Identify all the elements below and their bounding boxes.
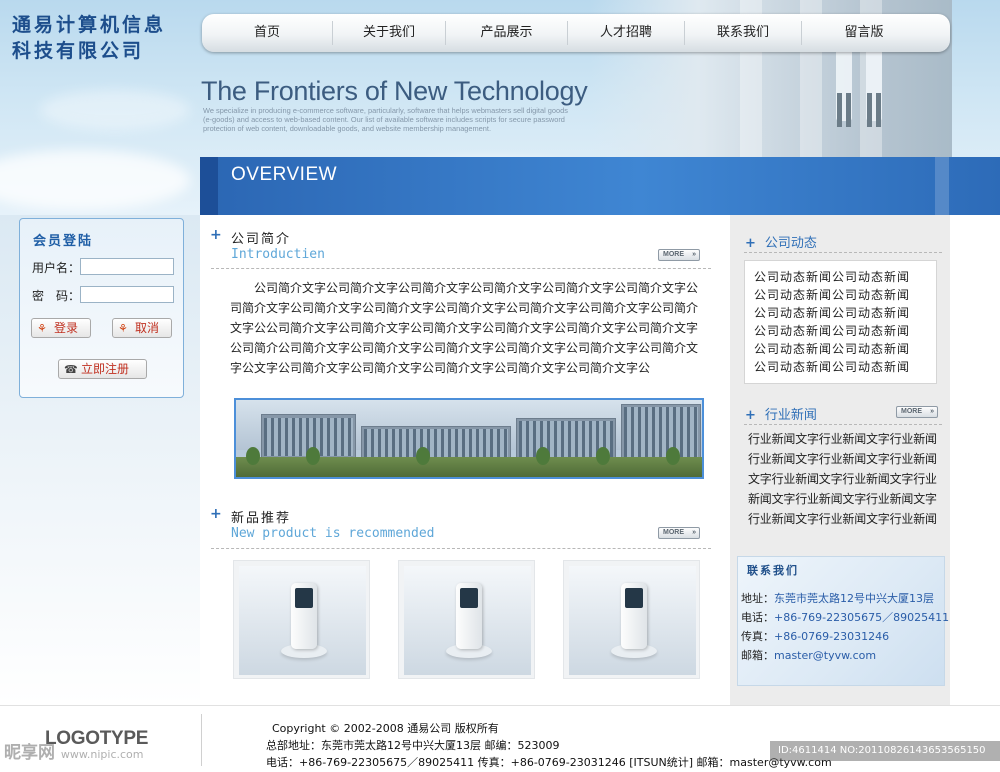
news-item[interactable]: 公司动态新闻公司动态新闻 (754, 358, 910, 376)
banner-description: We specialize in producing e-commerce so… (203, 106, 568, 134)
overview-title: OVERVIEW (231, 164, 338, 185)
contact-title: 联系我们 (747, 564, 799, 577)
news-item[interactable]: 公司动态新闻公司动态新闻 (754, 304, 910, 322)
footer-contact: 电话：+86-769-22305675／89025411 传真：+86-0769… (266, 756, 832, 769)
products-subtitle: New product is recommended (231, 526, 435, 541)
intro-subtitle: Introductien (231, 247, 325, 262)
contact-phone: 电话：+86-769-22305675／89025411 (741, 611, 950, 624)
username-label: 用户名： (32, 261, 81, 275)
industry-news-item[interactable]: 行业新闻文字行业新闻文字行业新闻 (748, 429, 937, 449)
contact-fax: 传真：+86-0769-23031246 (741, 630, 890, 643)
company-building-image (234, 398, 704, 479)
industry-news-item[interactable]: 行业新闻文字行业新闻文字行业新闻 (748, 509, 937, 529)
product-card[interactable] (398, 560, 535, 679)
watermark-id: ID:4611414 NO:20110826143653565150 (770, 741, 1000, 761)
industry-news-item[interactable]: 新闻文字行业新闻文字行业新闻文字 (748, 489, 937, 509)
password-label: 密 码： (32, 289, 81, 303)
intro-body: 公司简介文字公司简介文字公司简介文字公司简介文字公司简介文字公司简介文字公司简介… (230, 281, 699, 375)
product-card[interactable] (233, 560, 370, 679)
footer-address: 总部地址：东莞市莞太路12号中兴大厦13层 邮编：523009 (266, 739, 560, 752)
double-arrow-icon: » (692, 529, 696, 536)
double-arrow-icon: » (692, 251, 696, 258)
intro-title: 公司简介 (231, 232, 292, 247)
industry-news-title: 行业新闻 (764, 408, 817, 423)
main-content: + 公司简介 Introductien MORE» 公司简介文字公司简介文字公司… (200, 215, 730, 705)
nav-careers[interactable]: 人才招聘 (568, 21, 685, 45)
product-image (404, 566, 531, 675)
products-title: 新品推荐 (231, 511, 292, 526)
cloud-decoration (40, 90, 190, 130)
cancel-button[interactable]: ⚘ 取消 (112, 318, 172, 338)
news-item[interactable]: 公司动态新闻公司动态新闻 (754, 286, 910, 304)
divider (744, 424, 942, 425)
intro-more-button[interactable]: MORE» (658, 249, 700, 261)
nav-contact[interactable]: 联系我们 (685, 21, 802, 45)
plus-icon: + (210, 506, 222, 522)
password-input[interactable] (80, 286, 174, 303)
overview-bar: OVERVIEW (200, 157, 1000, 215)
login-button[interactable]: ⚘ 登录 (31, 318, 91, 338)
login-panel: 会员登陆 用户名： 密 码： ⚘ 登录 ⚘ 取消 ☎ 立即注册 (19, 218, 184, 398)
login-title: 会员登陆 (33, 234, 94, 249)
nav-about[interactable]: 关于我们 (333, 21, 446, 45)
product-image (569, 566, 696, 675)
company-news-title: 公司动态 (764, 236, 817, 251)
key-icon: ⚘ (37, 322, 47, 335)
news-item[interactable]: 公司动态新闻公司动态新闻 (754, 340, 910, 358)
news-item[interactable]: 公司动态新闻公司动态新闻 (754, 322, 910, 340)
industry-more-button[interactable]: MORE» (896, 406, 938, 418)
divider (744, 252, 942, 253)
company-news-list: 公司动态新闻公司动态新闻 公司动态新闻公司动态新闻 公司动态新闻公司动态新闻 公… (744, 260, 937, 384)
products-more-button[interactable]: MORE» (658, 527, 700, 539)
company-logo: 通易计算机信息科技有限公司 (12, 14, 167, 62)
plus-icon: + (210, 227, 222, 243)
product-card[interactable] (563, 560, 700, 679)
contact-panel: 联系我们 地址：东莞市莞太路12号中兴大厦13层 电话：+86-769-2230… (737, 556, 949, 686)
main-nav: 首页 关于我们 产品展示 人才招聘 联系我们 留言版 (202, 14, 950, 52)
divider (211, 548, 711, 549)
watermark: 昵享网 www.nipic.com (4, 743, 144, 763)
register-icon: ☎ (64, 363, 78, 376)
banner-tagline: The Frontiers of New Technology (201, 76, 588, 106)
company-news-heading: + 公司动态 (745, 232, 817, 251)
nav-guestbook[interactable]: 留言版 (802, 21, 926, 45)
nav-products[interactable]: 产品展示 (446, 21, 568, 45)
industry-news-item[interactable]: 行业新闻文字行业新闻文字行业新闻 (748, 449, 937, 469)
cloud-decoration (0, 150, 190, 210)
contact-address: 地址：东莞市莞太路12号中兴大厦13层 (741, 592, 934, 605)
header-banner: 通易计算机信息科技有限公司 首页 关于我们 产品展示 人才招聘 联系我们 留言版… (0, 0, 1000, 215)
industry-news-item[interactable]: 文字行业新闻文字行业新闻文字行业 (748, 469, 937, 489)
plus-icon: + (745, 236, 756, 251)
footer: LOGOTYPE Copyright © 2002-2008 通易公司 版权所有… (0, 705, 1000, 772)
footer-divider (201, 714, 202, 766)
username-input[interactable] (80, 258, 174, 275)
nav-home[interactable]: 首页 (202, 21, 333, 45)
industry-news-heading: + 行业新闻 (745, 404, 817, 423)
key-icon: ⚘ (118, 322, 128, 335)
product-image (239, 566, 366, 675)
register-button[interactable]: ☎ 立即注册 (58, 359, 147, 379)
footer-copyright: Copyright © 2002-2008 通易公司 版权所有 (272, 722, 499, 735)
news-item[interactable]: 公司动态新闻公司动态新闻 (754, 268, 910, 286)
divider (211, 268, 711, 269)
contact-email: 邮箱：master@tyvw.com (741, 649, 877, 662)
double-arrow-icon: » (930, 408, 934, 415)
plus-icon: + (745, 408, 756, 423)
